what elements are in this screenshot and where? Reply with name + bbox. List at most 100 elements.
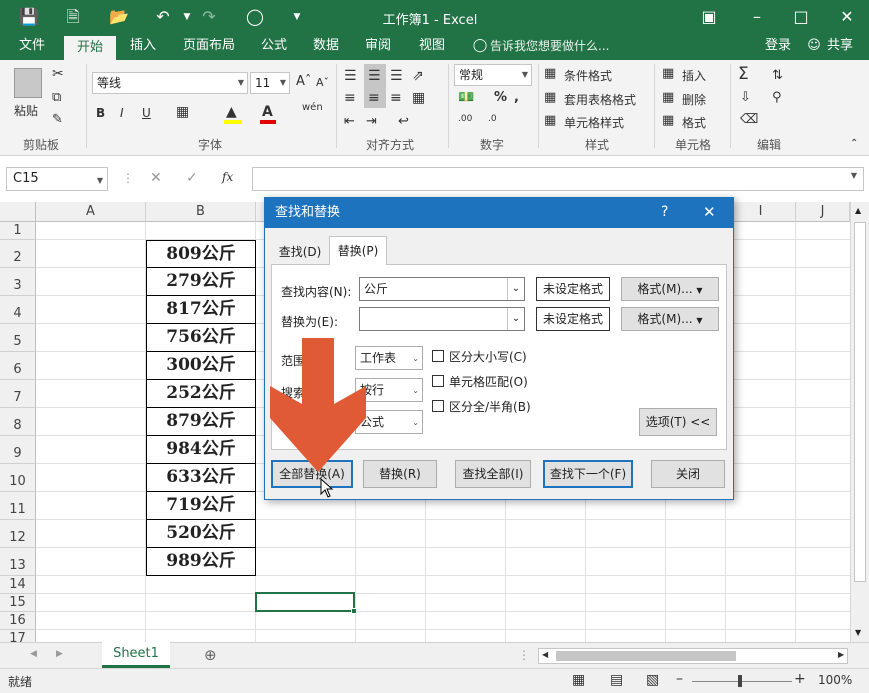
grow-font-icon[interactable]: Aˆ bbox=[296, 74, 311, 89]
autosum-icon[interactable]: Σ bbox=[738, 64, 749, 84]
cell-b13[interactable]: 989公斤 bbox=[146, 548, 256, 576]
row-header-15[interactable]: 15 bbox=[0, 594, 36, 612]
sheet-tab-sheet1[interactable]: Sheet1 bbox=[102, 642, 170, 668]
zoom-out-icon[interactable]: – bbox=[676, 671, 683, 687]
zoom-slider-thumb[interactable] bbox=[738, 675, 742, 687]
chevron-down-icon[interactable]: ⌄ bbox=[507, 278, 524, 300]
row-header-7[interactable]: 7 bbox=[0, 380, 36, 408]
cell-b7[interactable]: 252公斤 bbox=[146, 380, 256, 408]
replace-format-button[interactable]: 格式(M)... ▼ bbox=[621, 307, 719, 331]
number-format-dropdown[interactable]: 常规 ▼ bbox=[454, 64, 532, 86]
select-all-corner[interactable] bbox=[0, 202, 36, 222]
format-cells-button[interactable]: 格式 bbox=[682, 114, 706, 131]
vertical-scrollbar[interactable]: ▲ ▼ bbox=[850, 202, 869, 642]
fill-handle[interactable] bbox=[351, 608, 357, 614]
fill-color-icon[interactable]: ▲ bbox=[226, 104, 237, 120]
borders-icon[interactable]: ▦ bbox=[176, 104, 189, 120]
confirm-entry-icon[interactable]: ✓ bbox=[186, 170, 198, 186]
row-header-12[interactable]: 12 bbox=[0, 520, 36, 548]
save-icon[interactable]: 💾 bbox=[18, 6, 40, 28]
prev-sheet-icon[interactable]: ◀ bbox=[30, 649, 37, 659]
ribbon-display-icon[interactable]: ▣ bbox=[698, 6, 720, 28]
sign-in-link[interactable]: 登录 bbox=[758, 34, 798, 60]
cell-b10[interactable]: 633公斤 bbox=[146, 464, 256, 492]
tab-replace[interactable]: 替换(P) bbox=[329, 236, 387, 265]
tab-file[interactable]: 文件 bbox=[8, 34, 56, 60]
find-format-button[interactable]: 格式(M)... ▼ bbox=[621, 277, 719, 301]
delete-cells-button[interactable]: 删除 bbox=[682, 91, 706, 108]
new-file-icon[interactable]: 🗎 bbox=[62, 6, 84, 28]
undo-icon[interactable]: ↶ bbox=[152, 6, 174, 28]
add-sheet-icon[interactable]: ⊕ bbox=[204, 646, 217, 664]
cell-b8[interactable]: 879公斤 bbox=[146, 408, 256, 436]
horizontal-thumb[interactable] bbox=[556, 651, 736, 661]
cancel-entry-icon[interactable]: ✕ bbox=[150, 170, 162, 186]
merge-icon[interactable]: ▦ bbox=[412, 90, 425, 106]
minimize-icon[interactable]: – bbox=[746, 6, 768, 28]
row-header-9[interactable]: 9 bbox=[0, 436, 36, 464]
font-size-dropdown[interactable]: 11 ▼ bbox=[250, 72, 290, 94]
shrink-font-icon[interactable]: Aˇ bbox=[316, 76, 329, 89]
replace-with-input[interactable] bbox=[359, 307, 525, 331]
help-button[interactable]: ? bbox=[661, 204, 668, 220]
replace-button[interactable]: 替换(R) bbox=[363, 460, 437, 488]
row-header-6[interactable]: 6 bbox=[0, 352, 36, 380]
close-window-icon[interactable]: ✕ bbox=[836, 6, 858, 28]
find-what-input[interactable]: 公斤 bbox=[359, 277, 525, 301]
find-all-button[interactable]: 查找全部(I) bbox=[455, 460, 531, 488]
row-header-1[interactable]: 1 bbox=[0, 222, 36, 240]
paste-button[interactable]: 粘贴 bbox=[14, 102, 38, 119]
page-layout-view-icon[interactable]: ▤ bbox=[610, 672, 623, 688]
row-header-16[interactable]: 16 bbox=[0, 612, 36, 630]
page-break-view-icon[interactable]: ▧ bbox=[646, 672, 659, 688]
align-left-icon[interactable]: ≡ bbox=[344, 90, 356, 106]
copy-icon[interactable]: ⧉ bbox=[52, 90, 61, 105]
orientation-icon[interactable]: ⇗ bbox=[412, 68, 424, 84]
tab-page-layout[interactable]: 页面布局 bbox=[176, 34, 242, 60]
cell-b5[interactable]: 756公斤 bbox=[146, 324, 256, 352]
clipboard-icon[interactable] bbox=[14, 68, 42, 98]
column-header-j[interactable]: J bbox=[796, 202, 850, 222]
maximize-icon[interactable]: □ bbox=[790, 6, 812, 28]
dialog-close-button[interactable]: 关闭 bbox=[651, 460, 725, 488]
underline-button[interactable]: U bbox=[142, 106, 151, 120]
currency-icon[interactable]: 💵 bbox=[458, 90, 474, 105]
match-cell-checkbox[interactable] bbox=[432, 375, 444, 387]
scroll-right-icon[interactable]: ▶ bbox=[838, 650, 844, 659]
sort-filter-icon[interactable]: ⇅ bbox=[772, 68, 783, 83]
cell-styles-button[interactable]: 单元格样式 bbox=[564, 114, 624, 131]
tab-find[interactable]: 查找(D) bbox=[273, 240, 327, 264]
tab-insert[interactable]: 插入 bbox=[120, 34, 166, 60]
name-box[interactable]: C15 ▼ bbox=[6, 167, 108, 191]
increase-decimal-icon[interactable]: .00 bbox=[458, 114, 472, 124]
tab-data[interactable]: 数据 bbox=[304, 34, 348, 60]
increase-indent-icon[interactable]: ⇥ bbox=[366, 114, 377, 129]
circle-icon[interactable]: ◯ bbox=[244, 6, 266, 28]
options-button[interactable]: 选项(T) << bbox=[639, 408, 717, 436]
row-header-5[interactable]: 5 bbox=[0, 324, 36, 352]
normal-view-icon[interactable]: ▦ bbox=[572, 672, 585, 688]
tab-view[interactable]: 视图 bbox=[410, 34, 454, 60]
customize-toolbar-icon[interactable]: ▼ bbox=[286, 6, 308, 28]
zoom-level[interactable]: 100% bbox=[818, 673, 852, 687]
share-button[interactable]: 共享 bbox=[822, 34, 858, 60]
next-sheet-icon[interactable]: ▶ bbox=[56, 649, 63, 659]
insert-function-icon[interactable]: fx bbox=[222, 170, 233, 184]
redo-icon[interactable]: ↷ bbox=[198, 6, 220, 28]
scroll-left-icon[interactable]: ◀ bbox=[542, 650, 548, 659]
row-header-14[interactable]: 14 bbox=[0, 576, 36, 594]
fill-down-icon[interactable]: ⇩ bbox=[740, 90, 751, 105]
cell-b9[interactable]: 984公斤 bbox=[146, 436, 256, 464]
decrease-indent-icon[interactable]: ⇤ bbox=[344, 114, 355, 129]
phonetic-icon[interactable]: wén bbox=[302, 102, 323, 113]
percent-icon[interactable]: % bbox=[494, 90, 507, 105]
italic-button[interactable]: I bbox=[120, 106, 124, 120]
collapse-ribbon-icon[interactable]: ⌃ bbox=[850, 138, 858, 149]
open-folder-icon[interactable]: 📂 bbox=[108, 6, 130, 28]
align-right-icon[interactable]: ≡ bbox=[390, 90, 402, 106]
row-header-10[interactable]: 10 bbox=[0, 464, 36, 492]
scroll-thumb[interactable] bbox=[854, 222, 866, 582]
find-next-button[interactable]: 查找下一个(F) bbox=[543, 460, 633, 488]
row-header-8[interactable]: 8 bbox=[0, 408, 36, 436]
zoom-in-icon[interactable]: + bbox=[794, 671, 806, 687]
